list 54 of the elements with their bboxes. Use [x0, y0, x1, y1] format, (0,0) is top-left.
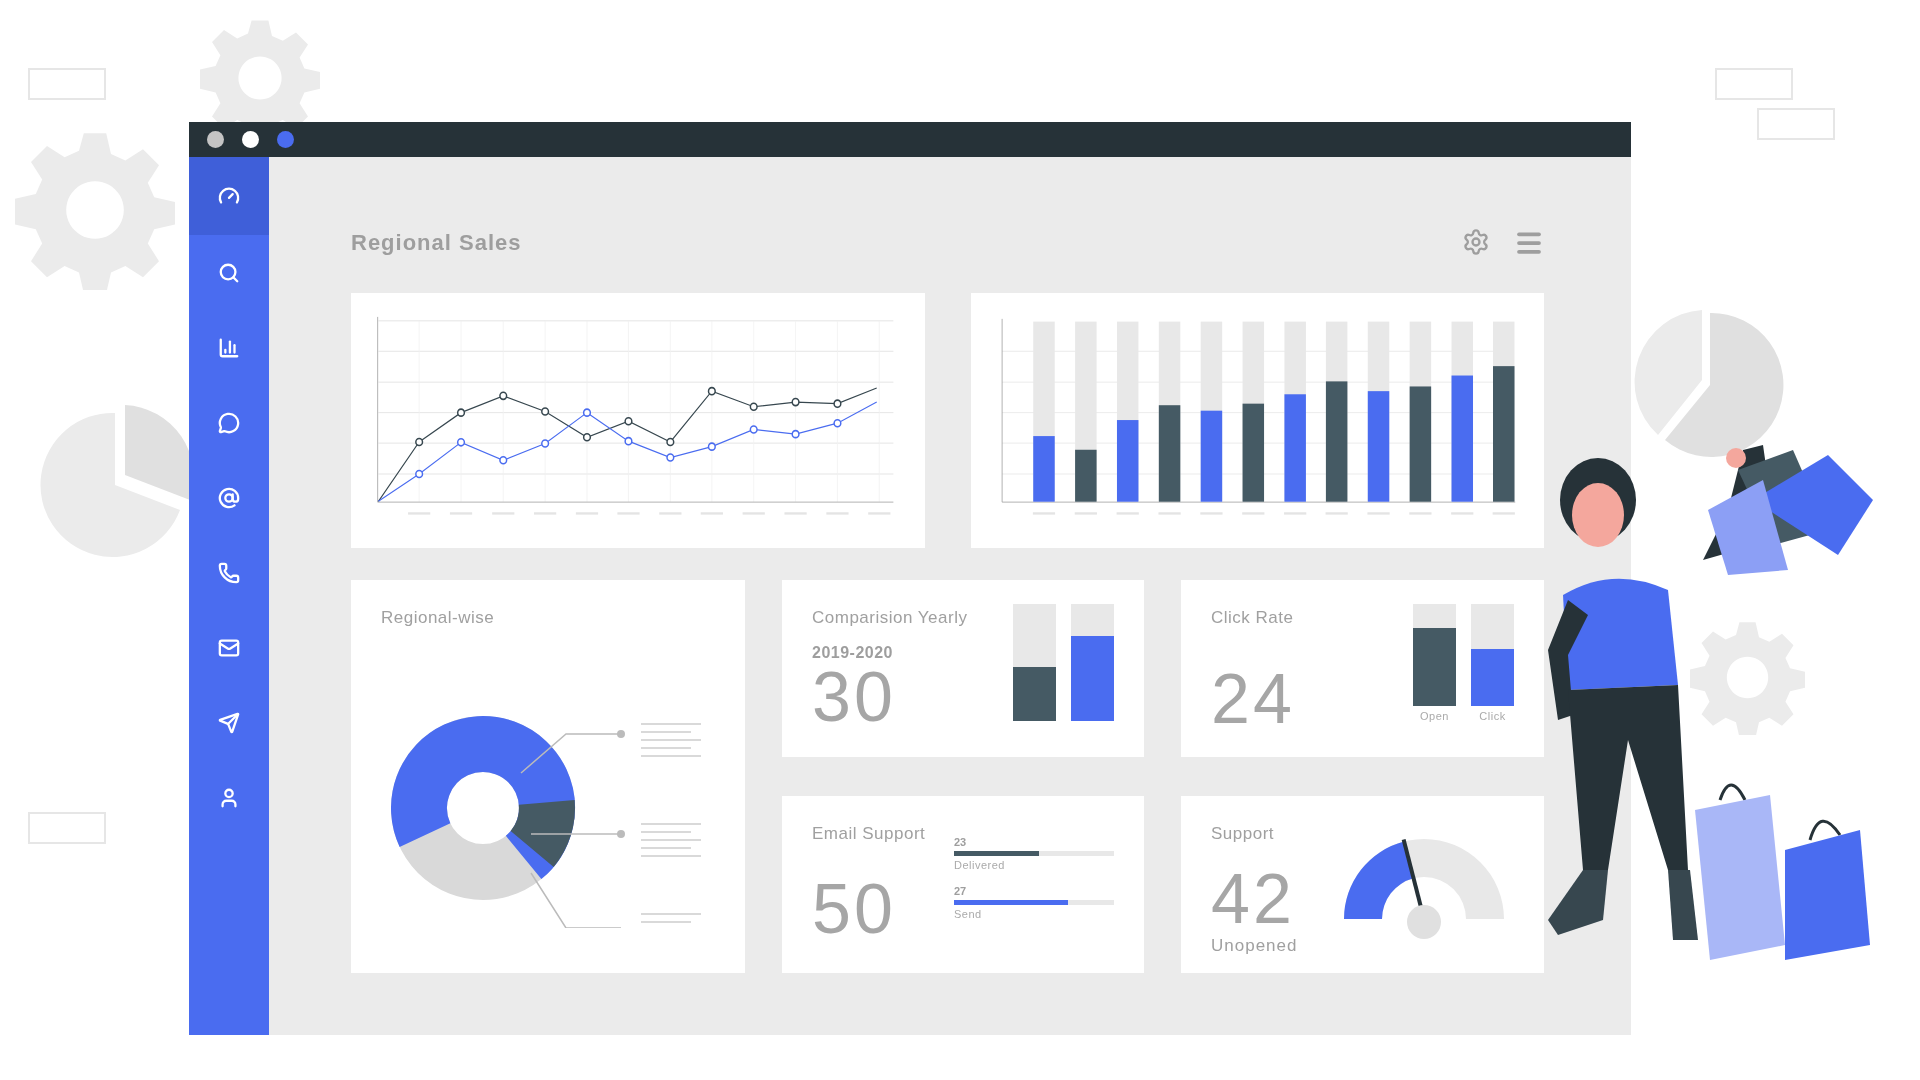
- bar-chart-icon: [218, 336, 240, 359]
- stat-caption: Unopened: [1211, 936, 1298, 956]
- data-point: [499, 391, 508, 401]
- data-point: [833, 418, 842, 428]
- bar: [1032, 436, 1055, 502]
- data-point: [791, 429, 800, 439]
- bar: [1074, 449, 1097, 502]
- send-icon: [218, 711, 240, 734]
- bar-label: Click: [1479, 710, 1506, 722]
- data-point: [707, 386, 716, 396]
- data-point: [624, 416, 633, 426]
- data-point: [415, 437, 424, 447]
- window-control-dot[interactable]: [242, 131, 259, 148]
- data-point: [749, 402, 758, 412]
- period-label: 2019-2020: [812, 644, 894, 662]
- data-point: [666, 453, 675, 462]
- bar-label: Open: [1420, 710, 1449, 722]
- data-point: [582, 408, 592, 417]
- data-point: [582, 433, 592, 442]
- data-point: [541, 439, 550, 448]
- card-title: Click Rate: [1211, 608, 1295, 628]
- user-icon: [218, 786, 240, 809]
- card-title: Comparision Yearly: [812, 608, 968, 628]
- meter-label: Send: [954, 908, 983, 920]
- meter-count: 27: [954, 885, 968, 897]
- stat-value: 42: [1211, 864, 1296, 934]
- window-control-dot[interactable]: [207, 131, 224, 148]
- data-point: [541, 407, 550, 416]
- data-point: [833, 399, 842, 408]
- card-title: Support: [1211, 824, 1276, 844]
- card-title: Email Support: [812, 824, 926, 844]
- meter-label: Delivered: [954, 859, 1006, 871]
- at-sign-icon: [218, 486, 240, 509]
- data-point: [415, 469, 424, 479]
- data-point: [624, 436, 633, 446]
- meter-count: 23: [954, 836, 968, 848]
- data-point: [499, 456, 508, 465]
- data-point: [749, 425, 758, 434]
- data-point: [456, 438, 466, 447]
- phone-icon: [218, 561, 240, 584]
- card-title: Regional-wise: [381, 608, 495, 629]
- chat-icon: [218, 411, 240, 434]
- stat-value: 24: [1211, 664, 1295, 734]
- settings-button[interactable]: [1462, 228, 1490, 258]
- data-point: [791, 397, 800, 407]
- page-title: Regional Sales: [351, 230, 522, 256]
- gauge-hub: [1407, 905, 1441, 939]
- data-point: [707, 442, 716, 451]
- stat-value: 50: [812, 874, 897, 944]
- data-point: [666, 437, 675, 447]
- stat-value: 30: [812, 662, 897, 732]
- window-control-dot[interactable]: [277, 131, 294, 148]
- data-point: [456, 408, 466, 417]
- search-icon: [218, 261, 240, 284]
